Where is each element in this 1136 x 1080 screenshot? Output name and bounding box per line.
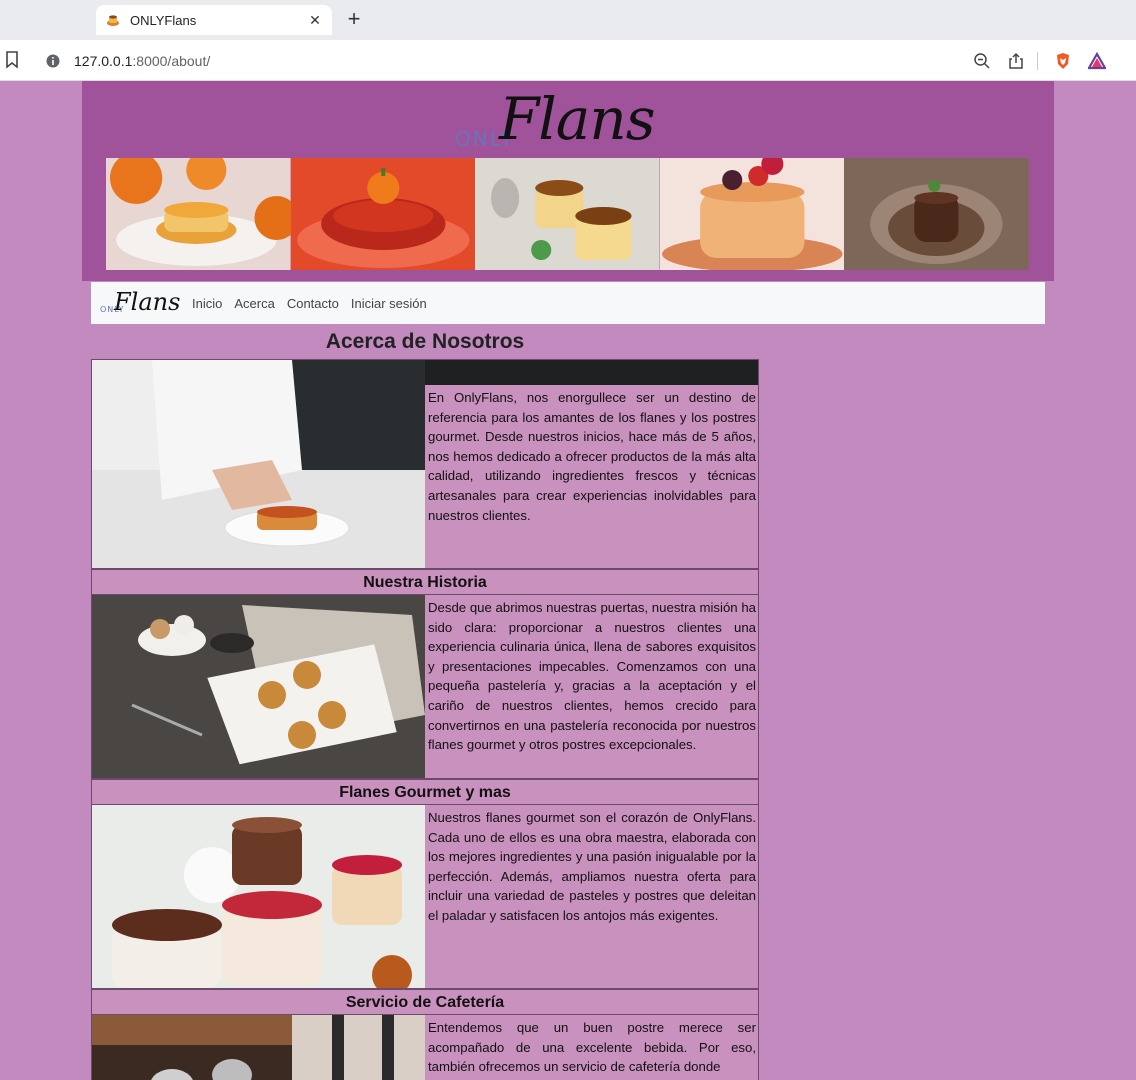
chef-plating-flan-photo: [92, 360, 425, 568]
coffee-shop-photo: [92, 1015, 425, 1080]
browser-tab[interactable]: ONLYFlans ✕: [96, 5, 332, 35]
flan-favicon-icon: [107, 15, 119, 26]
toolbar-divider: [1037, 51, 1038, 70]
url-host: 127.0.0.1: [74, 52, 133, 69]
flan-berries-photo: [659, 158, 845, 270]
zoom-out-icon[interactable]: [973, 52, 991, 70]
logo-flans-text: Flans: [499, 85, 655, 153]
flan-chocolate-photo: [844, 158, 1029, 270]
flan-duo-photo: [475, 158, 660, 270]
historia-section: Nuestra Historia Desde que abrimos nuest…: [91, 569, 759, 779]
address-bar: 127.0.0.1:8000/about/: [0, 40, 1136, 81]
flan-pumpkin-photo: [290, 158, 476, 270]
brave-shields-icon[interactable]: [1054, 52, 1072, 70]
intro-paragraph: En OnlyFlans, nos enorgullece ser un des…: [428, 390, 756, 523]
navbar-logo[interactable]: ONLY Flans: [100, 288, 180, 318]
cafeteria-heading: Servicio de Cafetería: [92, 990, 758, 1015]
nav-links: Inicio Acerca Contacto Iniciar sesión: [192, 296, 439, 311]
tab-title: ONLYFlans: [130, 12, 197, 28]
nav-link-iniciar-sesion[interactable]: Iniciar sesión: [351, 296, 427, 311]
share-icon[interactable]: [1007, 52, 1025, 70]
url-field[interactable]: 127.0.0.1:8000/about/: [36, 45, 1116, 76]
historia-heading: Nuestra Historia: [92, 570, 758, 595]
banner-gallery: [106, 158, 1029, 270]
site-info-icon[interactable]: [46, 54, 60, 68]
cafeteria-paragraph: Entendemos que un buen postre merece ser…: [428, 1020, 756, 1075]
flanes-gourmet-section: Flanes Gourmet y mas Nuestros flanes gou…: [91, 779, 759, 989]
bookmark-icon[interactable]: [5, 51, 19, 69]
brave-rewards-icon[interactable]: [1088, 51, 1106, 70]
url-path: :8000/about/: [132, 52, 211, 69]
flanes-gourmet-paragraph: Nuestros flanes gourmet son el corazón d…: [428, 810, 756, 923]
nav-link-acerca[interactable]: Acerca: [234, 296, 274, 311]
url-text: 127.0.0.1:8000/about/: [74, 53, 210, 69]
page-title: Acerca de Nosotros: [325, 330, 525, 353]
site-logo[interactable]: ONLY Flans: [455, 85, 695, 157]
gourmet-cakes-photo: [92, 805, 425, 988]
intro-section: En OnlyFlans, nos enorgullece ser un des…: [91, 359, 759, 569]
flanes-gourmet-heading: Flanes Gourmet y mas: [92, 780, 758, 805]
close-tab-icon[interactable]: ✕: [308, 12, 322, 29]
navbar-logo-flans: Flans: [114, 288, 181, 316]
main-navbar: ONLY Flans Inicio Acerca Contacto Inicia…: [91, 282, 1045, 324]
new-tab-icon[interactable]: +: [344, 8, 364, 30]
site-header: ONLY Flans: [82, 81, 1054, 281]
historia-paragraph: Desde que abrimos nuestras puertas, nues…: [428, 600, 756, 753]
intro-header-bar: [425, 360, 758, 385]
flan-orange-photo: [106, 158, 291, 270]
flans-on-tray-photo: [92, 595, 425, 778]
cafeteria-section: Servicio de Cafetería Entendemos que un …: [91, 989, 759, 1080]
browser-tab-strip: ONLYFlans ✕ +: [0, 0, 1136, 40]
nav-link-contacto[interactable]: Contacto: [287, 296, 339, 311]
nav-link-inicio[interactable]: Inicio: [192, 296, 222, 311]
